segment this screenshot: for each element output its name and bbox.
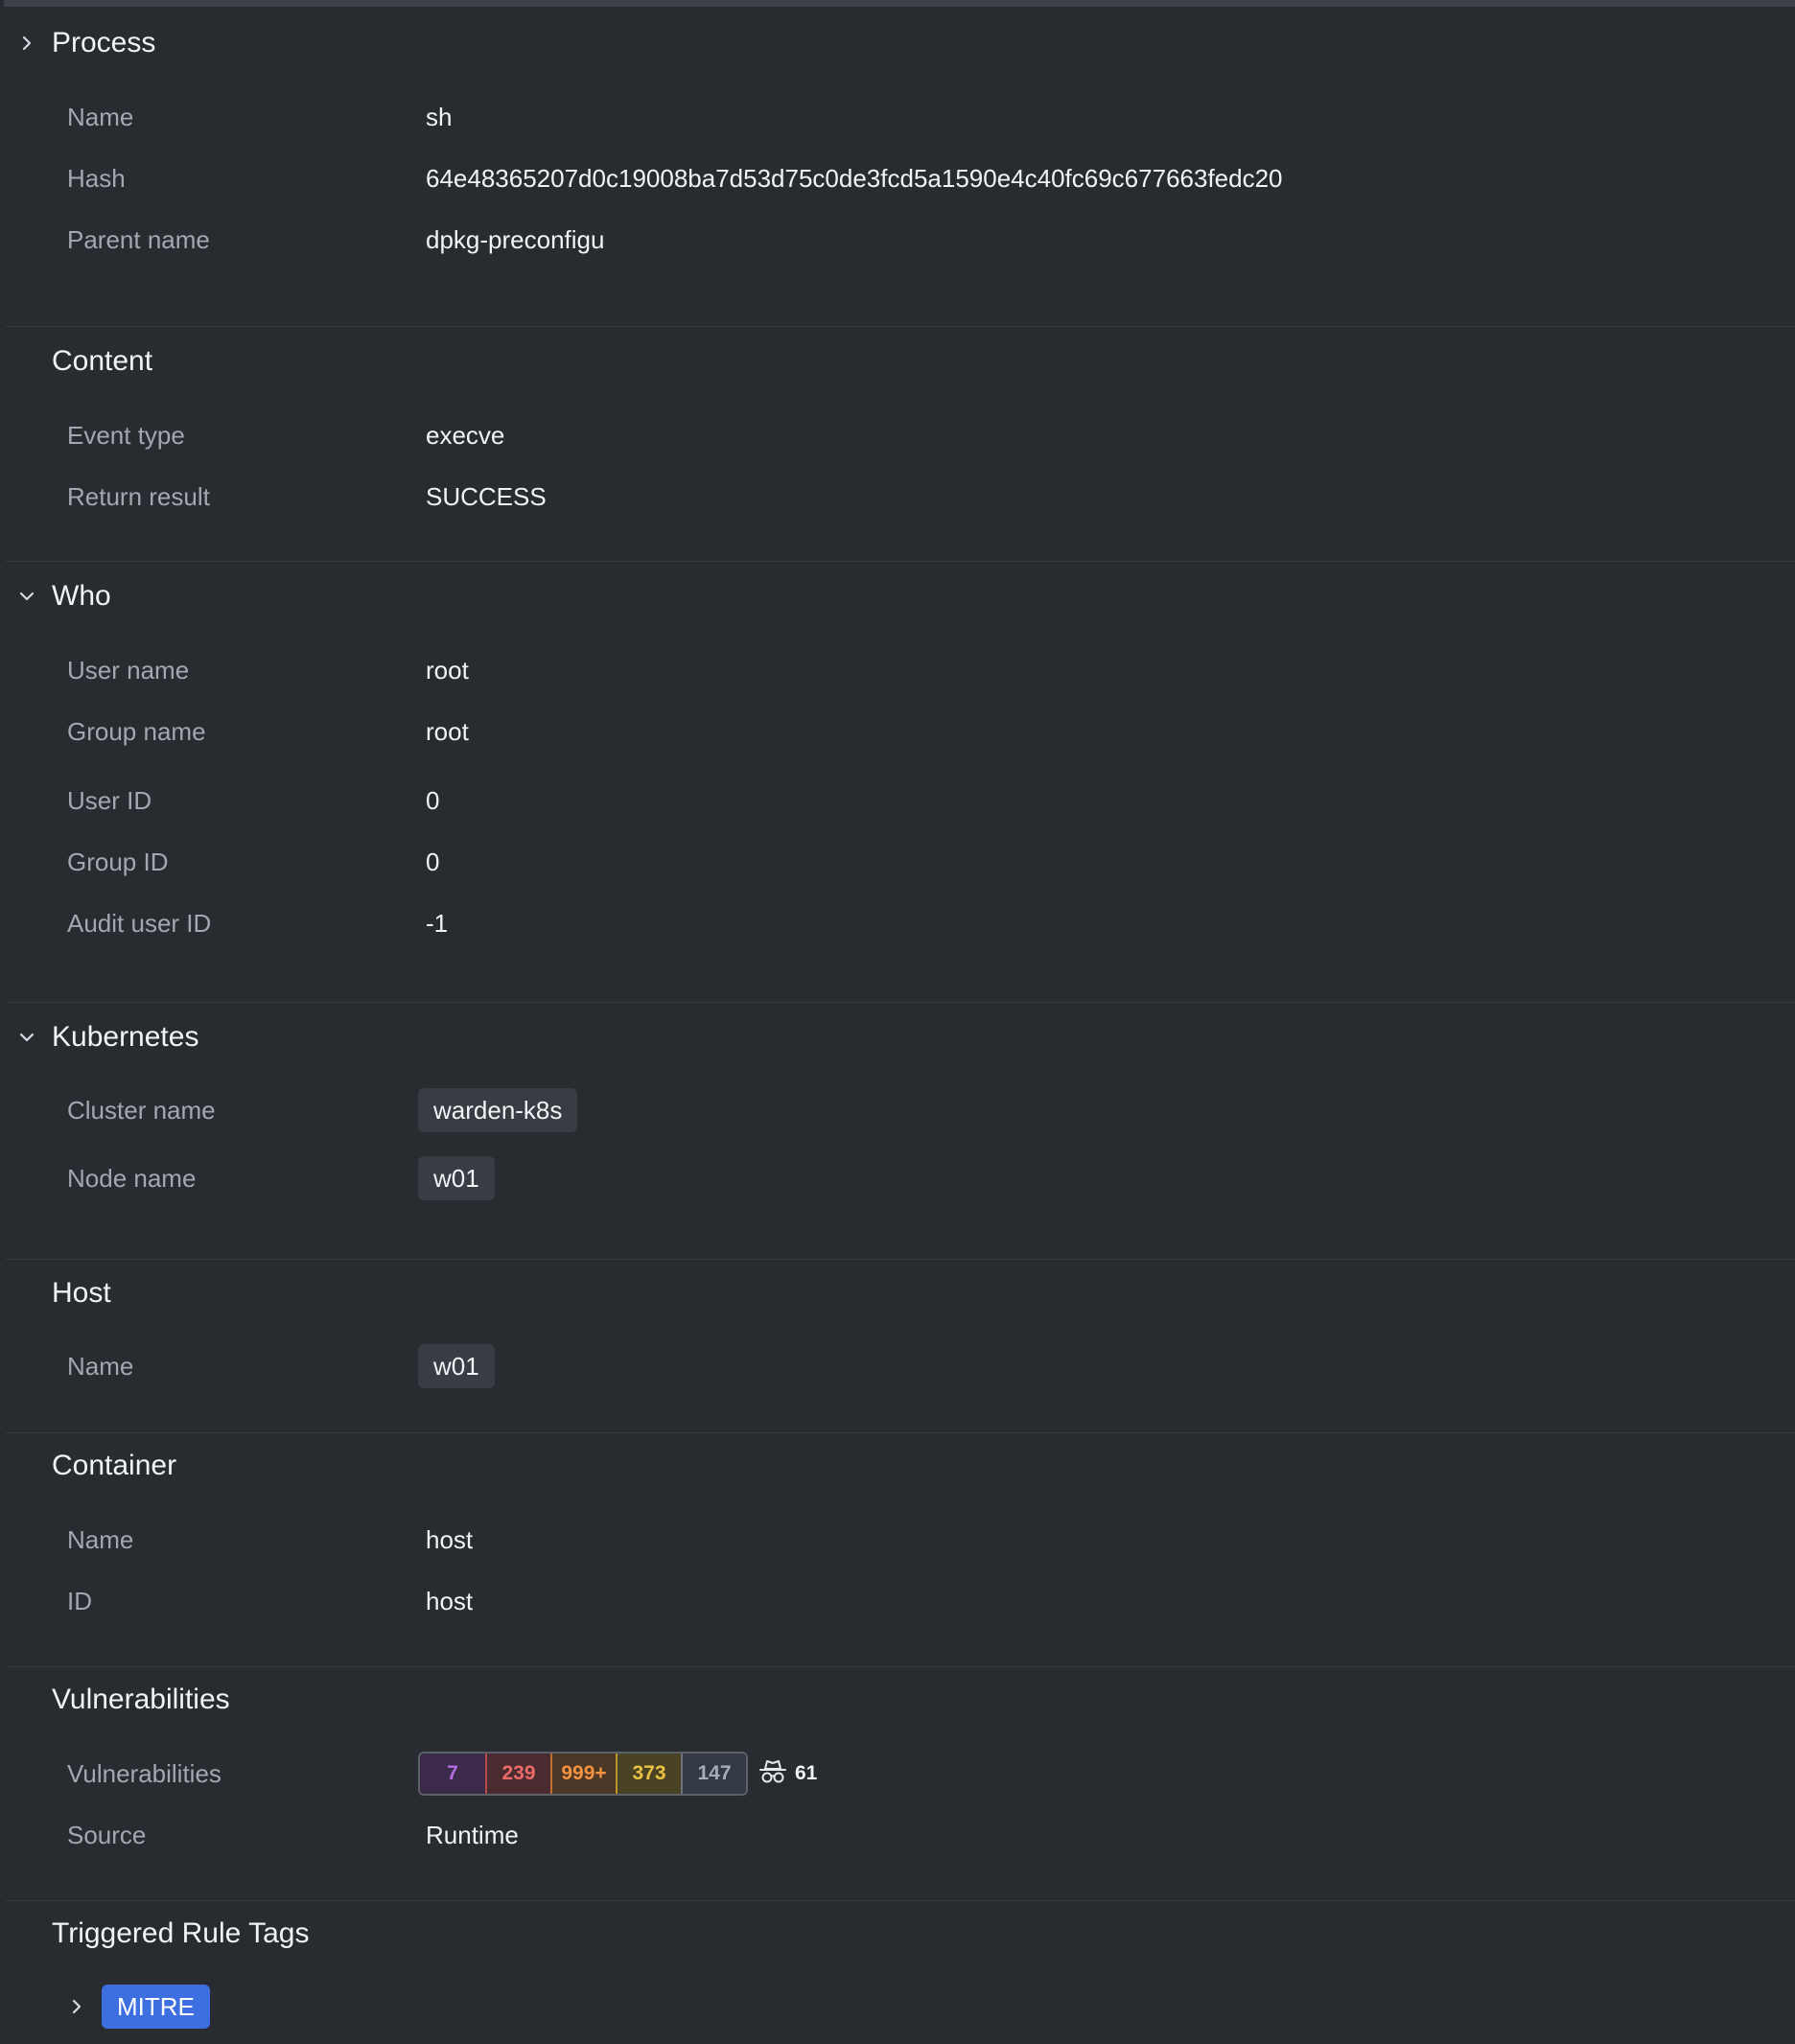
- field-value: host: [426, 1587, 474, 1615]
- field-value: root: [426, 717, 469, 746]
- field-label: Group ID: [67, 848, 169, 876]
- section-kubernetes: Kubernetes Cluster name warden-k8s Node …: [5, 1003, 1795, 1260]
- chevron-down-icon[interactable]: [16, 1027, 37, 1048]
- field-label: Source: [67, 1821, 147, 1849]
- critical-count[interactable]: 7: [420, 1754, 485, 1794]
- field-value: Runtime: [426, 1821, 519, 1849]
- field-row: Event type execve: [5, 413, 1788, 457]
- field-row: Cluster name warden-k8s: [5, 1088, 1788, 1132]
- field-label: ID: [67, 1587, 92, 1615]
- field-row: Audit user ID -1: [5, 901, 1788, 945]
- section-host: Host Name w01: [5, 1260, 1795, 1433]
- field-label: Return result: [67, 482, 210, 511]
- field-value: SUCCESS: [426, 482, 547, 511]
- field-row: Name w01: [5, 1344, 1788, 1388]
- field-value: 64e48365207d0c19008ba7d53d75c0de3fcd5a15…: [426, 164, 1283, 193]
- section-vulnerabilities: Vulnerabilities Vulnerabilities 7 239 99…: [5, 1667, 1795, 1901]
- field-row: User ID 0: [5, 778, 1788, 823]
- field-value: 0: [426, 848, 440, 876]
- field-value: execve: [426, 421, 505, 450]
- field-row: Group name root: [5, 709, 1788, 754]
- mitre-tag[interactable]: MITRE: [102, 1985, 210, 2029]
- node-name-chip[interactable]: w01: [418, 1156, 495, 1200]
- field-label: Parent name: [67, 225, 210, 254]
- section-title: Vulnerabilities: [52, 1684, 230, 1715]
- field-row: Node name w01: [5, 1156, 1788, 1200]
- field-row: Parent name dpkg-preconfigu: [5, 218, 1788, 262]
- section-title: Host: [52, 1277, 111, 1309]
- section-container: Container Name host ID host: [5, 1433, 1795, 1667]
- field-row: Return result SUCCESS: [5, 475, 1788, 519]
- field-label: Hash: [67, 164, 126, 193]
- section-title: Who: [52, 580, 111, 612]
- exploit-count: 61: [795, 1762, 818, 1784]
- field-label: Node name: [67, 1164, 197, 1193]
- vulnerability-severity-bar[interactable]: 7 239 999+ 373 147: [418, 1752, 748, 1796]
- field-row: Vulnerabilities 7 239 999+ 373 147 61: [5, 1752, 1788, 1796]
- section-title: Content: [52, 345, 153, 377]
- section-process: Process Name sh Hash 64e48365207d0c19008…: [5, 7, 1795, 327]
- section-who: Who User name root Group name root User …: [5, 562, 1795, 1003]
- field-label: Event type: [67, 421, 185, 450]
- field-label: Group name: [67, 717, 206, 746]
- field-row: User name root: [5, 648, 1788, 692]
- exploit-indicator[interactable]: 61: [758, 1752, 817, 1796]
- host-name-chip[interactable]: w01: [418, 1344, 495, 1388]
- scroll-track[interactable]: [4, 0, 1795, 7]
- section-title: Triggered Rule Tags: [52, 1917, 310, 1949]
- section-title: Process: [52, 27, 156, 58]
- field-value: -1: [426, 909, 449, 938]
- medium-count[interactable]: 999+: [550, 1754, 616, 1794]
- field-value: sh: [426, 103, 453, 131]
- field-label: Vulnerabilities: [67, 1759, 221, 1788]
- field-row: Name sh: [5, 95, 1788, 139]
- section-title: Kubernetes: [52, 1021, 199, 1053]
- field-value: host: [426, 1525, 474, 1554]
- field-label: User name: [67, 656, 190, 685]
- field-row: ID host: [5, 1579, 1788, 1623]
- field-label: Cluster name: [67, 1096, 216, 1125]
- section-title: Container: [52, 1450, 177, 1481]
- field-row: Hash 64e48365207d0c19008ba7d53d75c0de3fc…: [5, 156, 1788, 200]
- section-content: Content Event type execve Return result …: [5, 327, 1795, 562]
- field-row: Source Runtime: [5, 1813, 1788, 1857]
- field-label: User ID: [67, 786, 152, 815]
- chevron-right-icon[interactable]: [66, 1996, 87, 2017]
- chevron-right-icon[interactable]: [16, 33, 37, 54]
- field-row: Name host: [5, 1518, 1788, 1562]
- chevron-down-icon[interactable]: [16, 586, 37, 607]
- field-label: Name: [67, 1352, 134, 1381]
- event-details-panel: Process Name sh Hash 64e48365207d0c19008…: [0, 0, 1795, 2044]
- low-count[interactable]: 373: [616, 1754, 681, 1794]
- section-triggered-rule-tags: Triggered Rule Tags MITRE: [5, 1901, 1795, 2044]
- cluster-name-chip[interactable]: warden-k8s: [418, 1088, 578, 1132]
- negligible-count[interactable]: 147: [681, 1754, 746, 1794]
- field-value: 0: [426, 786, 440, 815]
- tag-row: MITRE: [5, 1985, 1788, 2029]
- field-label: Name: [67, 1525, 134, 1554]
- field-value: dpkg-preconfigu: [426, 225, 605, 254]
- field-value: root: [426, 656, 469, 685]
- field-label: Name: [67, 103, 134, 131]
- field-label: Audit user ID: [67, 909, 212, 938]
- field-row: Group ID 0: [5, 840, 1788, 884]
- spy-icon: [758, 1758, 787, 1790]
- high-count[interactable]: 239: [485, 1754, 550, 1794]
